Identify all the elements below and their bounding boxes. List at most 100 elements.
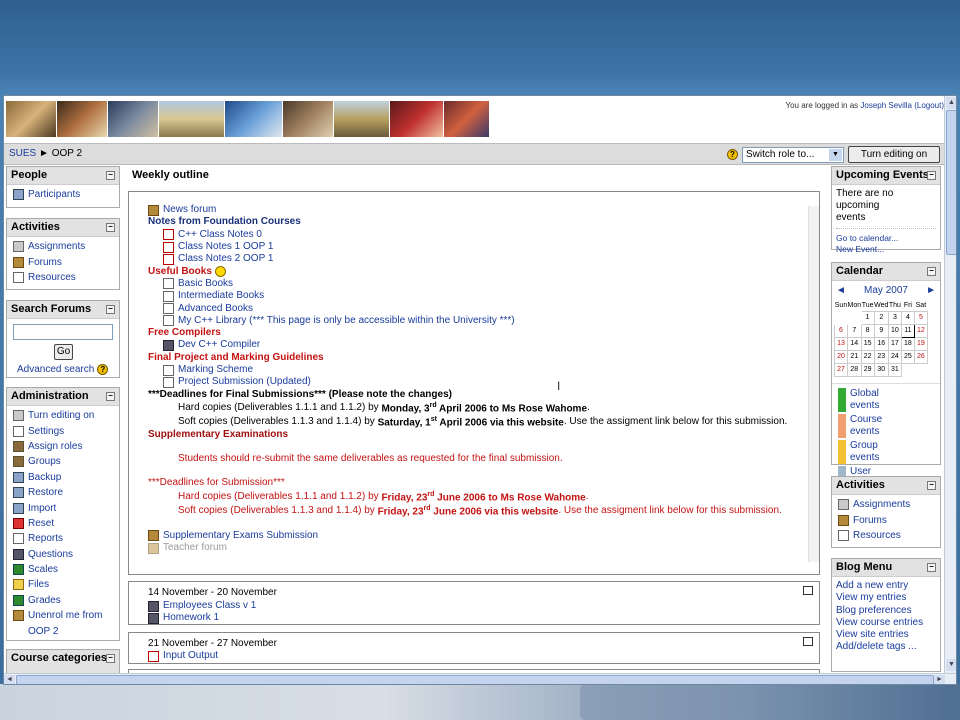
scroll-down-icon[interactable]: ▼ xyxy=(946,659,956,671)
calendar-day[interactable]: 14 xyxy=(847,336,862,351)
scroll-left-icon[interactable]: ◄ xyxy=(4,675,15,684)
note-link[interactable]: Class Notes 2 OOP 1 xyxy=(178,253,273,265)
scrollbar-thumb[interactable] xyxy=(16,675,934,684)
calendar-month[interactable]: May 2007 xyxy=(864,285,908,296)
scrollbar-thumb[interactable] xyxy=(946,110,956,255)
calendar-day[interactable]: 21 xyxy=(847,349,862,364)
breadcrumb-home[interactable]: SUES xyxy=(9,148,36,159)
supplementary-submission-link[interactable]: Supplementary Exams Submission xyxy=(163,530,318,542)
teacher-forum-link[interactable]: Teacher forum xyxy=(163,542,227,554)
assignments-link[interactable]: Assignments xyxy=(853,499,910,510)
note-link[interactable]: C++ Class Notes 0 xyxy=(178,229,262,241)
calendar-day[interactable]: 4 xyxy=(900,310,915,325)
calendar-day[interactable]: 12 xyxy=(913,323,928,338)
assignments-link[interactable]: Assignments xyxy=(28,241,85,252)
collapse-icon[interactable]: − xyxy=(106,392,115,401)
calendar-day[interactable]: 3 xyxy=(887,310,902,325)
calendar-day[interactable]: 23 xyxy=(873,349,889,364)
admin-grades-link[interactable]: Grades xyxy=(28,595,61,606)
calendar-day[interactable]: 11 xyxy=(900,323,915,338)
calendar-day[interactable]: 1 xyxy=(860,310,875,325)
calendar-day[interactable]: 13 xyxy=(834,336,848,351)
calendar-day[interactable]: 26 xyxy=(913,349,928,364)
calendar-day[interactable]: 19 xyxy=(913,336,928,351)
book-link[interactable]: Advanced Books xyxy=(178,303,253,315)
scroll-right-icon[interactable]: ► xyxy=(934,675,945,684)
blog-my-entries-link[interactable]: View my entries xyxy=(836,592,906,603)
library-link[interactable]: My C++ Library (*** This page is only be… xyxy=(178,315,515,327)
collapse-icon[interactable]: − xyxy=(106,305,115,314)
legend-item[interactable]: Group events xyxy=(838,439,896,466)
turn-editing-on-button[interactable]: Turn editing on xyxy=(848,146,940,163)
collapse-icon[interactable]: − xyxy=(106,654,115,663)
admin-assign-roles-link[interactable]: Assign roles xyxy=(28,441,82,452)
admin-settings-link[interactable]: Settings xyxy=(28,426,64,437)
calendar-day[interactable]: 8 xyxy=(860,323,875,338)
calendar-day[interactable]: 30 xyxy=(873,362,889,377)
blog-preferences-link[interactable]: Blog preferences xyxy=(836,605,912,616)
next-month-icon[interactable]: ► xyxy=(926,285,936,296)
week-item-link[interactable]: Input Output xyxy=(163,650,218,662)
vertical-scrollbar[interactable]: ▲ ▼ xyxy=(944,96,956,673)
calendar-day[interactable]: 27 xyxy=(834,362,848,377)
calendar-day[interactable]: 18 xyxy=(900,336,915,351)
blog-tags-link[interactable]: Add/delete tags ... xyxy=(836,641,917,652)
collapse-icon[interactable]: − xyxy=(106,223,115,232)
forums-link[interactable]: Forums xyxy=(853,515,887,526)
search-input[interactable] xyxy=(13,324,113,340)
go-button[interactable]: Go xyxy=(54,344,73,360)
blog-site-entries-link[interactable]: View site entries xyxy=(836,629,909,640)
user-link[interactable]: Joseph Sevilla xyxy=(860,101,912,110)
horizontal-scrollbar[interactable]: ◄ ► xyxy=(4,673,956,684)
week-highlight-checkbox[interactable] xyxy=(803,586,813,595)
calendar-day[interactable]: 29 xyxy=(860,362,875,377)
admin-unenrol-link[interactable]: Unenrol me from xyxy=(28,610,102,621)
legend-item[interactable]: Course events xyxy=(838,413,896,440)
admin-files-link[interactable]: Files xyxy=(28,579,49,590)
calendar-day[interactable]: 2 xyxy=(873,310,889,325)
participants-link[interactable]: Participants xyxy=(28,189,80,200)
news-forum-link[interactable]: News forum xyxy=(163,204,216,216)
new-event-link[interactable]: New Event... xyxy=(836,244,884,254)
calendar-day[interactable]: 22 xyxy=(860,349,875,364)
calendar-day[interactable]: 24 xyxy=(887,349,902,364)
logout-link[interactable]: (Logout) xyxy=(914,101,944,110)
collapse-icon[interactable]: − xyxy=(927,171,936,180)
admin-turn-editing-link[interactable]: Turn editing on xyxy=(28,410,94,421)
week-highlight-checkbox[interactable] xyxy=(803,637,813,646)
calendar-day[interactable]: 31 xyxy=(887,362,902,377)
calendar-day[interactable]: 28 xyxy=(847,362,862,377)
switch-role-select[interactable]: Switch role to... ▼ xyxy=(742,147,844,163)
calendar-day[interactable]: 6 xyxy=(834,323,848,338)
project-submission-link[interactable]: Project Submission (Updated) xyxy=(178,376,311,388)
prev-month-icon[interactable]: ◄ xyxy=(836,285,846,296)
admin-backup-link[interactable]: Backup xyxy=(28,472,61,483)
forums-link[interactable]: Forums xyxy=(28,257,62,268)
calendar-day[interactable]: 7 xyxy=(847,323,862,338)
legend-item[interactable]: Global events xyxy=(838,387,896,414)
collapse-icon[interactable]: − xyxy=(106,171,115,180)
calendar-day[interactable]: 17 xyxy=(887,336,902,351)
collapse-icon[interactable]: − xyxy=(927,267,936,276)
book-link[interactable]: Intermediate Books xyxy=(178,290,264,302)
admin-reset-link[interactable]: Reset xyxy=(28,518,54,529)
week-item-link[interactable]: Employees Class v 1 xyxy=(163,600,256,612)
calendar-day[interactable]: 20 xyxy=(834,349,848,364)
help-icon[interactable]: ? xyxy=(97,364,109,375)
collapse-icon[interactable]: − xyxy=(927,563,936,572)
admin-restore-link[interactable]: Restore xyxy=(28,487,63,498)
week-item-link[interactable]: Homework 1 xyxy=(163,612,219,624)
compiler-link[interactable]: Dev C++ Compiler xyxy=(178,339,260,351)
admin-reports-link[interactable]: Reports xyxy=(28,533,63,544)
calendar-day[interactable]: 9 xyxy=(873,323,889,338)
calendar-day[interactable]: 10 xyxy=(887,323,902,338)
admin-questions-link[interactable]: Questions xyxy=(28,549,73,560)
admin-scales-link[interactable]: Scales xyxy=(28,564,58,575)
calendar-day[interactable]: 15 xyxy=(860,336,875,351)
scroll-up-icon[interactable]: ▲ xyxy=(946,97,956,109)
note-link[interactable]: Class Notes 1 OOP 1 xyxy=(178,241,273,253)
resources-link[interactable]: Resources xyxy=(853,530,901,541)
marking-scheme-link[interactable]: Marking Scheme xyxy=(178,364,253,376)
admin-import-link[interactable]: Import xyxy=(28,503,56,514)
help-icon[interactable]: ? xyxy=(727,149,738,160)
